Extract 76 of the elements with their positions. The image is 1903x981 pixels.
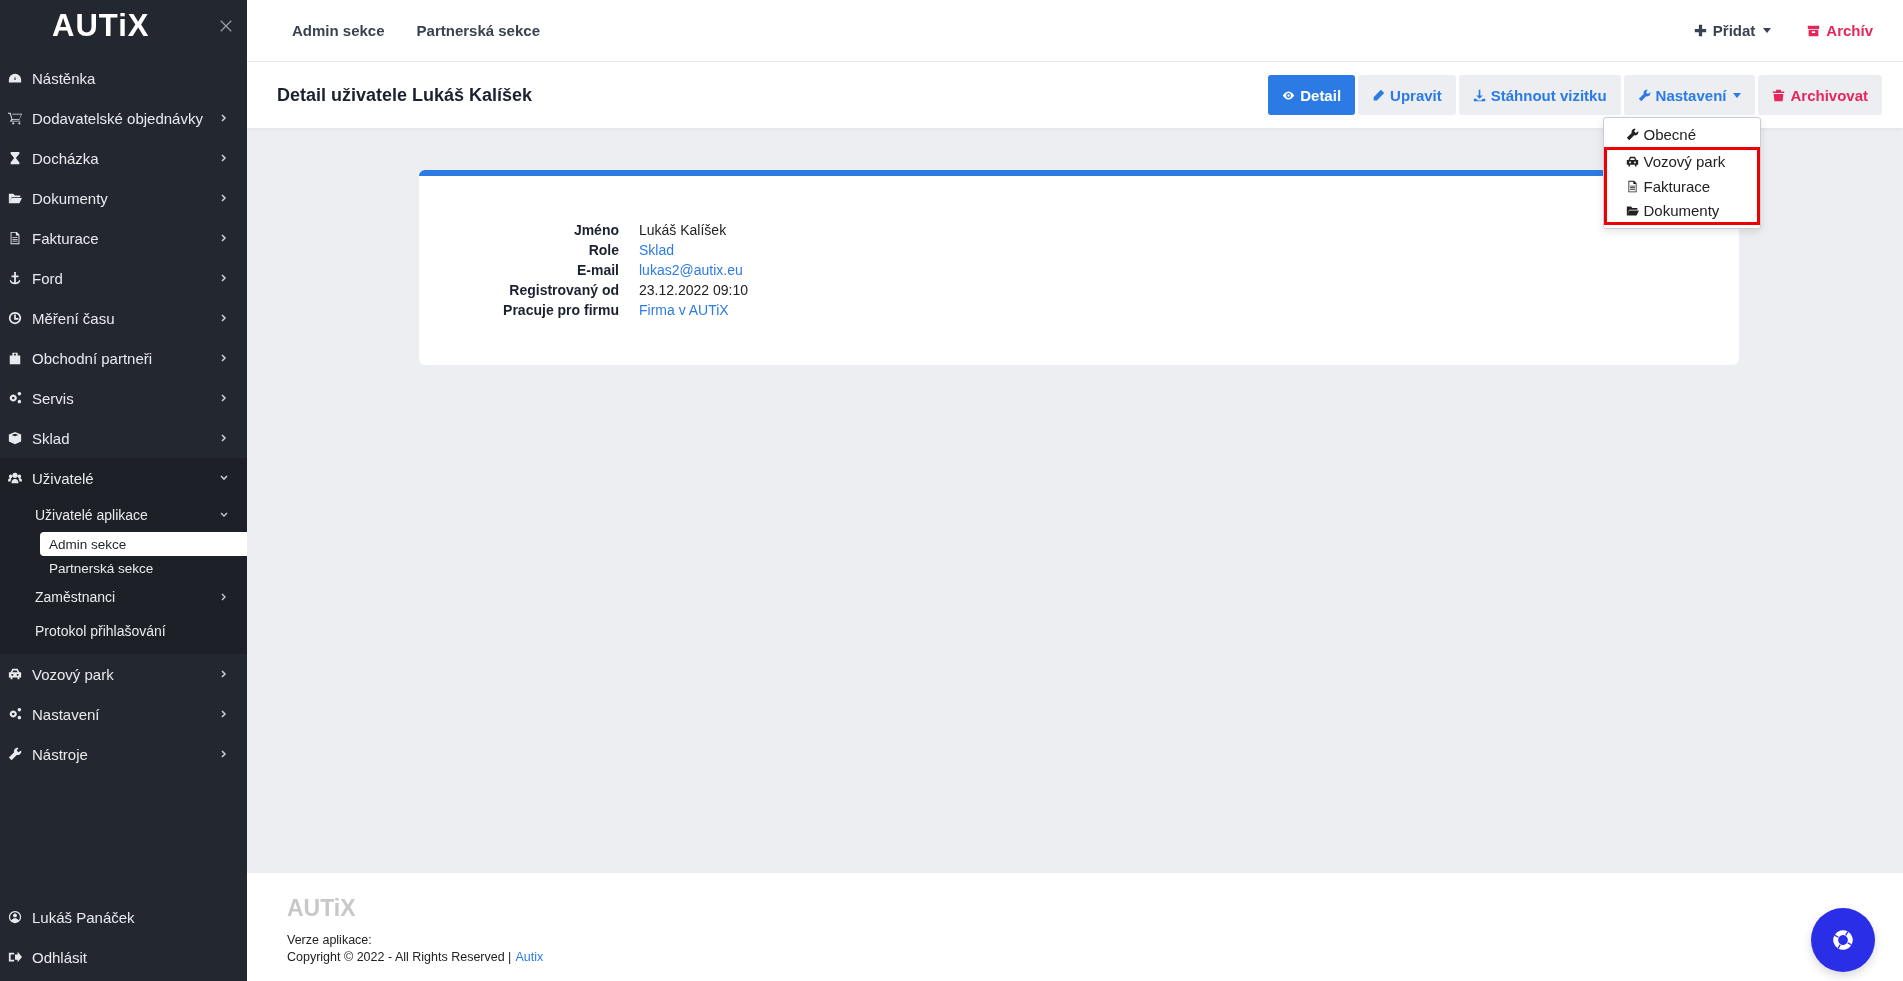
toolbar-button[interactable]: Detail xyxy=(1268,75,1356,115)
lifebuoy-icon xyxy=(1830,927,1856,953)
sidebar-item[interactable]: Servis xyxy=(0,378,247,418)
field-value: Lukáš Kalíšek xyxy=(639,222,727,238)
wrench-icon xyxy=(1637,88,1651,102)
logo: AUTiX xyxy=(52,8,150,44)
anchor-icon xyxy=(8,271,22,285)
field-label: Registrovaný od xyxy=(508,281,619,300)
close-icon[interactable] xyxy=(219,19,233,33)
archive-icon xyxy=(1807,24,1821,37)
sidebar-item[interactable]: Měření času xyxy=(0,298,247,338)
copyright-text: Copyright © 2022 - All Rights Reserved | xyxy=(287,949,512,966)
submenu-item[interactable]: Partnerská sekce xyxy=(40,556,247,580)
sidebar-item[interactable]: Dokumenty xyxy=(0,178,247,218)
submenu-item[interactable]: Protokol přihlašování xyxy=(0,614,247,648)
footer-link[interactable]: Autix xyxy=(515,949,544,966)
folder-icon xyxy=(1626,204,1640,217)
sidebar-item[interactable]: Obchodní partneři xyxy=(0,338,247,378)
menu-item[interactable]: Dokumenty xyxy=(1604,199,1761,225)
sidebar-item[interactable]: Dodavatelské objednávky xyxy=(0,98,247,138)
nav-link[interactable]: Přidat xyxy=(1693,22,1772,39)
sidebar-item[interactable]: Lukáš Panáček xyxy=(0,897,247,937)
car-icon xyxy=(1626,155,1640,168)
caret-icon xyxy=(1763,28,1772,33)
sidebar-item[interactable]: Vozový park xyxy=(0,654,247,694)
toolbar-button[interactable]: Stáhnout vizitku xyxy=(1458,75,1621,115)
toolbar-button[interactable]: Archivovat xyxy=(1758,75,1882,115)
folder-icon xyxy=(8,191,22,205)
field-link[interactable]: lukas2@autix.eu xyxy=(639,262,743,278)
field-label: Pracuje pro firmu xyxy=(502,301,619,320)
eye-icon xyxy=(1282,88,1296,102)
field-label: E-mail xyxy=(576,261,619,280)
users-icon xyxy=(8,471,22,485)
field-label: Role xyxy=(587,241,619,260)
menu-item[interactable]: Vozový park xyxy=(1604,147,1761,173)
cart-icon xyxy=(8,111,22,125)
sidebar-item[interactable]: Nástěnka xyxy=(0,58,247,98)
wrench-icon xyxy=(8,747,22,761)
pencil-icon xyxy=(1372,88,1386,102)
sidebar-item[interactable]: Docházka xyxy=(0,138,247,178)
field-label: Jméno xyxy=(572,221,619,240)
nav-link[interactable]: Archív xyxy=(1807,22,1873,39)
field-link[interactable]: Firma v AUTiX xyxy=(639,302,729,318)
cube-icon xyxy=(8,431,22,445)
plus-icon xyxy=(1693,24,1707,37)
submenu-item[interactable]: Uživatelé aplikace xyxy=(0,498,247,532)
trash-icon xyxy=(1772,88,1786,102)
download-icon xyxy=(1472,88,1486,102)
document-icon xyxy=(1626,179,1640,193)
sidebar-item[interactable]: Sklad xyxy=(0,418,247,458)
sidebar-item[interactable]: Odhlásit xyxy=(0,937,247,977)
sidebar-item[interactable]: Nástroje xyxy=(0,734,247,774)
wrench-icon xyxy=(1626,127,1640,141)
clock-icon xyxy=(8,311,22,325)
briefcase-icon xyxy=(8,351,22,365)
menu-item[interactable]: Obecné xyxy=(1604,121,1761,147)
version-text: Verze aplikace: xyxy=(287,932,372,949)
submenu-item[interactable]: Zaměstnanci xyxy=(0,580,247,614)
field-link[interactable]: Sklad xyxy=(639,242,675,258)
caret-icon xyxy=(1733,92,1742,98)
hourglass-icon xyxy=(8,151,22,165)
document-icon xyxy=(8,231,22,245)
submenu-item[interactable]: Admin sekce xyxy=(40,532,247,556)
sidebar-item[interactable]: Nastavení xyxy=(0,694,247,734)
toolbar-button[interactable]: Nastavení xyxy=(1623,75,1756,115)
nav-link[interactable]: Admin sekce xyxy=(292,22,385,39)
sidebar-item[interactable]: Uživatelé xyxy=(0,458,247,498)
toolbar-button[interactable]: Upravit xyxy=(1358,75,1456,115)
sign-out-icon xyxy=(8,950,22,964)
sidebar-item[interactable]: Ford xyxy=(0,258,247,298)
sidebar-item[interactable]: Fakturace xyxy=(0,218,247,258)
page-title: Detail uživatele Lukáš Kalíšek xyxy=(277,84,534,106)
nav-link[interactable]: Partnerská sekce xyxy=(416,22,540,39)
car-icon xyxy=(8,667,22,681)
help-button[interactable] xyxy=(1811,908,1875,972)
field-value: 23.12.2022 09:10 xyxy=(639,282,748,298)
